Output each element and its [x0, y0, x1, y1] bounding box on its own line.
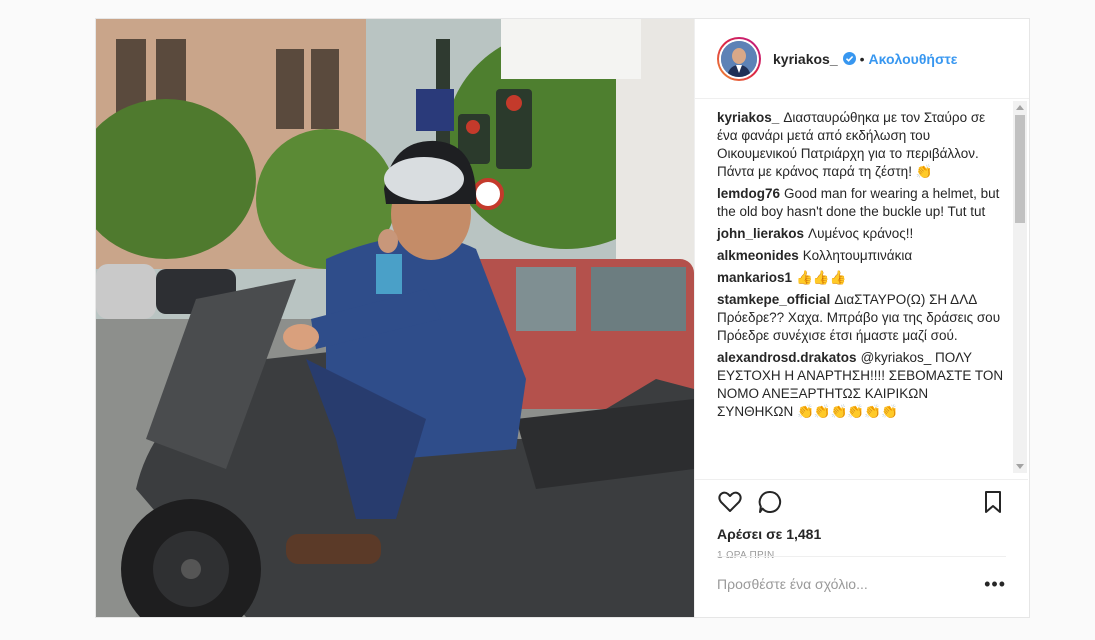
verified-badge-icon: [842, 52, 856, 65]
comment-text: Κολλητουμπινάκια: [802, 248, 913, 263]
separator-dot: •: [859, 50, 865, 67]
scroll-up-arrow-icon[interactable]: [1016, 105, 1024, 110]
photo-scooter-rider: [96, 19, 694, 617]
heart-icon[interactable]: [717, 489, 743, 515]
more-options-icon[interactable]: •••: [984, 575, 1006, 593]
post-photo[interactable]: [96, 19, 694, 617]
avatar-image: [719, 38, 759, 79]
username-link[interactable]: kyriakos_: [773, 51, 838, 67]
comment-item: alexandrosd.drakatos @kyriakos_ ΠΟΛΥ ΕΥΣΤ…: [717, 349, 1006, 421]
comments-scrollbar[interactable]: [1013, 101, 1027, 473]
comment-username[interactable]: mankarios1: [717, 270, 792, 285]
comment-item: lemdog76 Good man for wearing a helmet, b…: [717, 185, 1006, 221]
post-header: kyriakos_ • Ακολουθήστε: [695, 19, 1029, 99]
instagram-post: kyriakos_ • Ακολουθήστε kyriakos_ Διασταυ…: [95, 18, 1030, 618]
comment-text: Λυμένος κράνος!!: [808, 226, 914, 241]
comment-item: mankarios1 👍👍👍: [717, 269, 1006, 287]
comment-username[interactable]: john_lierakos: [717, 226, 804, 241]
comment-icon[interactable]: [757, 489, 783, 515]
comment-username[interactable]: alkmeonides: [717, 248, 799, 263]
comment-text: 👍👍👍: [796, 270, 847, 285]
comment-username[interactable]: alexandrosd.drakatos: [717, 350, 857, 365]
scrollbar-thumb[interactable]: [1015, 115, 1025, 223]
comments-list[interactable]: kyriakos_ Διασταυρώθηκα με τον Σταύρο σε …: [695, 101, 1028, 473]
comment-username[interactable]: lemdog76: [717, 186, 780, 201]
action-icons: [717, 480, 1006, 524]
comment-username[interactable]: stamkepe_official: [717, 292, 830, 307]
profile-photo-icon: [721, 40, 757, 77]
comment-item: alkmeonides Κολλητουμπινάκια: [717, 247, 1006, 265]
post-actions: Αρέσει σε 1,481 1 ΩΡΑ ΠΡΙΝ •••: [695, 479, 1028, 611]
bookmark-icon[interactable]: [980, 489, 1006, 515]
add-comment-bar: •••: [717, 556, 1006, 611]
comment-item: stamkepe_official ΔιαΣΤΑΥΡΟ(Ω) ΣΗ ΔΛΔ Πρό…: [717, 291, 1006, 345]
likes-count[interactable]: Αρέσει σε 1,481: [717, 526, 1006, 542]
avatar[interactable]: [717, 36, 761, 81]
comment-item: john_lierakos Λυμένος κράνος!!: [717, 225, 1006, 243]
post-sidebar: kyriakos_ • Ακολουθήστε kyriakos_ Διασταυ…: [694, 19, 1029, 617]
comment-caption: kyriakos_ Διασταυρώθηκα με τον Σταύρο σε …: [717, 109, 1006, 181]
add-comment-input[interactable]: [717, 576, 985, 592]
follow-button[interactable]: Ακολουθήστε: [869, 51, 958, 67]
comment-username[interactable]: kyriakos_: [717, 110, 779, 125]
scroll-down-arrow-icon[interactable]: [1016, 464, 1024, 469]
